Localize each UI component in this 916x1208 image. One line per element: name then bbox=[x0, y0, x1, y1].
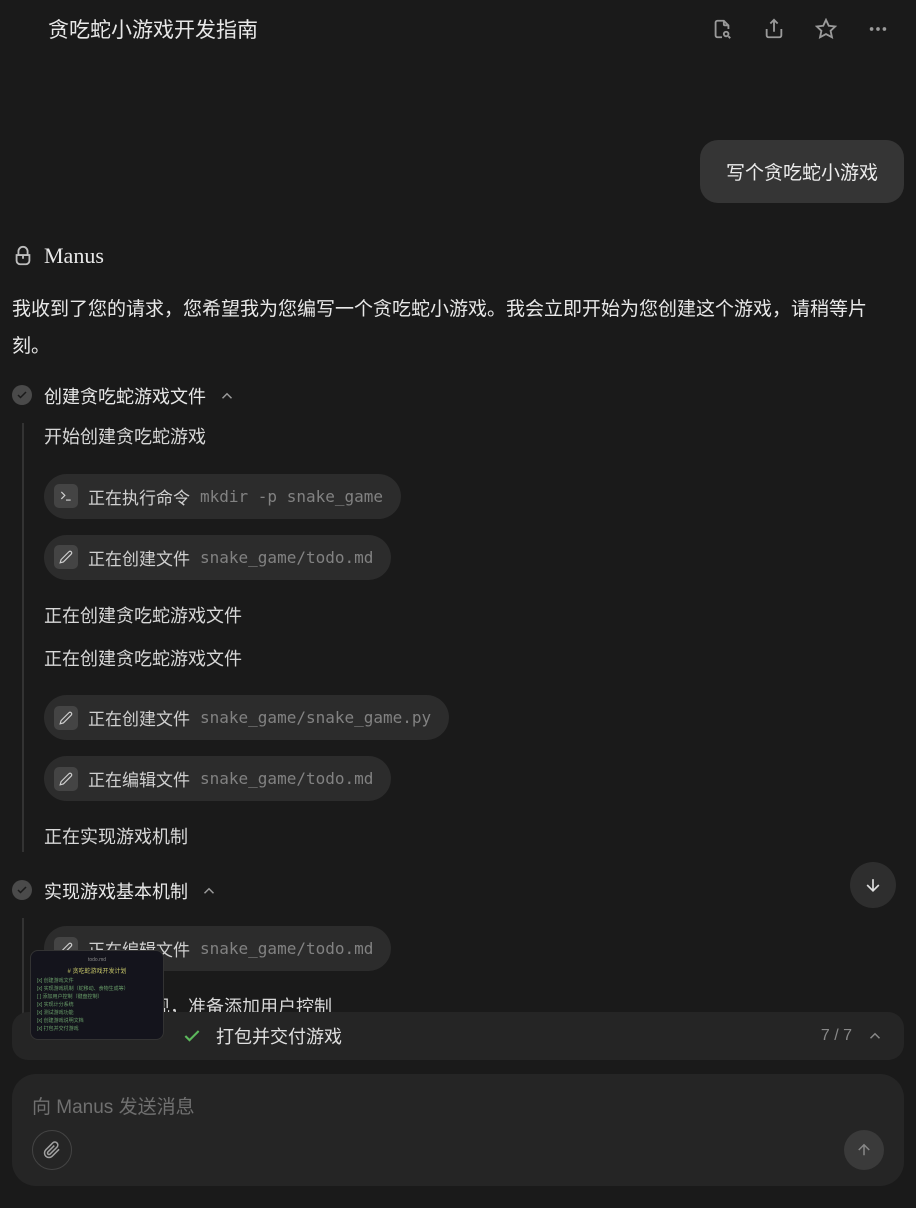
chip-code: mkdir -p snake_game bbox=[200, 487, 383, 506]
input-placeholder: 向 Manus 发送消息 bbox=[32, 1092, 884, 1119]
chip-code: snake_game/todo.md bbox=[200, 939, 373, 958]
step-subtext: 开始创建贪吃蛇游戏 bbox=[44, 423, 904, 452]
chip-code: snake_game/snake_game.py bbox=[200, 708, 431, 727]
assistant-name: Manus bbox=[44, 243, 104, 269]
user-message: 写个贪吃蛇小游戏 bbox=[700, 140, 904, 203]
status-counter: 7 / 7 bbox=[821, 1027, 852, 1045]
favorite-button[interactable] bbox=[812, 15, 840, 43]
check-icon bbox=[182, 1026, 202, 1046]
step-subtext: 正在创建贪吃蛇游戏文件 bbox=[44, 645, 904, 674]
step-body: 开始创建贪吃蛇游戏 正在执行命令 mkdir -p snake_game 正在创… bbox=[22, 423, 904, 852]
thumb-line: [x] 创建游戏文件 bbox=[37, 977, 157, 984]
chip-label: 正在执行命令 bbox=[88, 484, 190, 509]
chip-label: 正在创建文件 bbox=[88, 705, 190, 730]
user-message-row: 写个贪吃蛇小游戏 bbox=[12, 140, 904, 203]
share-button[interactable] bbox=[760, 15, 788, 43]
thumb-line: [x] 打包并交付游戏 bbox=[37, 1025, 157, 1032]
arrow-down-icon bbox=[863, 875, 883, 895]
header: 贪吃蛇小游戏开发指南 bbox=[0, 0, 916, 58]
check-icon bbox=[16, 389, 28, 401]
assistant-header: Manus bbox=[12, 243, 904, 269]
star-icon bbox=[815, 18, 837, 40]
step-complete-indicator bbox=[12, 880, 32, 900]
chip-label: 正在编辑文件 bbox=[88, 766, 190, 791]
page-title: 贪吃蛇小游戏开发指南 bbox=[48, 14, 696, 44]
chip-code: snake_game/todo.md bbox=[200, 769, 373, 788]
action-chip-edit[interactable]: 正在编辑文件 snake_game/todo.md bbox=[44, 756, 391, 801]
file-search-icon bbox=[711, 18, 733, 40]
step-content: 创建贪吃蛇游戏文件 开始创建贪吃蛇游戏 正在执行命令 mkdir -p snak… bbox=[44, 383, 904, 866]
thumb-title: # 贪吃蛇游戏开发计划 bbox=[37, 966, 157, 975]
edit-icon bbox=[54, 767, 78, 791]
step-title: 实现游戏基本机制 bbox=[44, 878, 188, 904]
edit-icon bbox=[54, 545, 78, 569]
thumb-line: [x] 实现游戏机制（蛇移动、食物生成等） bbox=[37, 985, 157, 992]
share-icon bbox=[763, 18, 785, 40]
step-group-1: 创建贪吃蛇游戏文件 开始创建贪吃蛇游戏 正在执行命令 mkdir -p snak… bbox=[12, 383, 904, 866]
attach-button[interactable] bbox=[32, 1130, 72, 1170]
terminal-icon bbox=[54, 484, 78, 508]
edit-icon bbox=[54, 706, 78, 730]
arrow-up-icon bbox=[855, 1141, 873, 1159]
manus-logo-icon bbox=[12, 245, 34, 267]
action-chip-create[interactable]: 正在创建文件 snake_game/snake_game.py bbox=[44, 695, 449, 740]
assistant-intro-text: 我收到了您的请求，您希望我为您编写一个贪吃蛇小游戏。我会立即开始为您创建这个游戏… bbox=[12, 291, 904, 365]
file-icon-button[interactable] bbox=[708, 15, 736, 43]
file-preview-thumbnail[interactable]: todo.md # 贪吃蛇游戏开发计划 [x] 创建游戏文件 [x] 实现游戏机… bbox=[30, 950, 164, 1040]
more-horizontal-icon bbox=[867, 18, 889, 40]
thumb-filename: todo.md bbox=[37, 957, 157, 963]
chevron-up-icon bbox=[200, 882, 218, 900]
status-text: 打包并交付游戏 bbox=[216, 1023, 807, 1049]
thumb-line: [x] 创建游戏说明文档 bbox=[37, 1017, 157, 1024]
step-subtext: 正在实现游戏机制 bbox=[44, 823, 904, 852]
chevron-up-icon[interactable] bbox=[866, 1027, 884, 1045]
check-icon bbox=[16, 884, 28, 896]
more-button[interactable] bbox=[864, 15, 892, 43]
thumb-line: [ ] 添加用户控制（键盘控制） bbox=[37, 993, 157, 1000]
message-input-area[interactable]: 向 Manus 发送消息 bbox=[12, 1074, 904, 1186]
scroll-to-bottom-button[interactable] bbox=[850, 862, 896, 908]
chevron-up-icon bbox=[218, 387, 236, 405]
step-title-row[interactable]: 实现游戏基本机制 bbox=[44, 878, 904, 904]
step-title: 创建贪吃蛇游戏文件 bbox=[44, 383, 206, 409]
chip-code: snake_game/todo.md bbox=[200, 548, 373, 567]
conversation-area: 写个贪吃蛇小游戏 Manus 我收到了您的请求，您希望我为您编写一个贪吃蛇小游戏… bbox=[0, 58, 916, 1046]
input-toolbar bbox=[32, 1130, 884, 1170]
step-complete-indicator bbox=[12, 385, 32, 405]
chip-label: 正在创建文件 bbox=[88, 545, 190, 570]
step-subtext: 正在创建贪吃蛇游戏文件 bbox=[44, 602, 904, 631]
step-title-row[interactable]: 创建贪吃蛇游戏文件 bbox=[44, 383, 904, 409]
thumb-line: [x] 测试游戏功能 bbox=[37, 1009, 157, 1016]
paperclip-icon bbox=[43, 1141, 61, 1159]
send-button[interactable] bbox=[844, 1130, 884, 1170]
thumb-line: [x] 实现计分系统 bbox=[37, 1001, 157, 1008]
header-actions bbox=[708, 15, 892, 43]
action-chip-exec[interactable]: 正在执行命令 mkdir -p snake_game bbox=[44, 474, 401, 519]
action-chip-create[interactable]: 正在创建文件 snake_game/todo.md bbox=[44, 535, 391, 580]
